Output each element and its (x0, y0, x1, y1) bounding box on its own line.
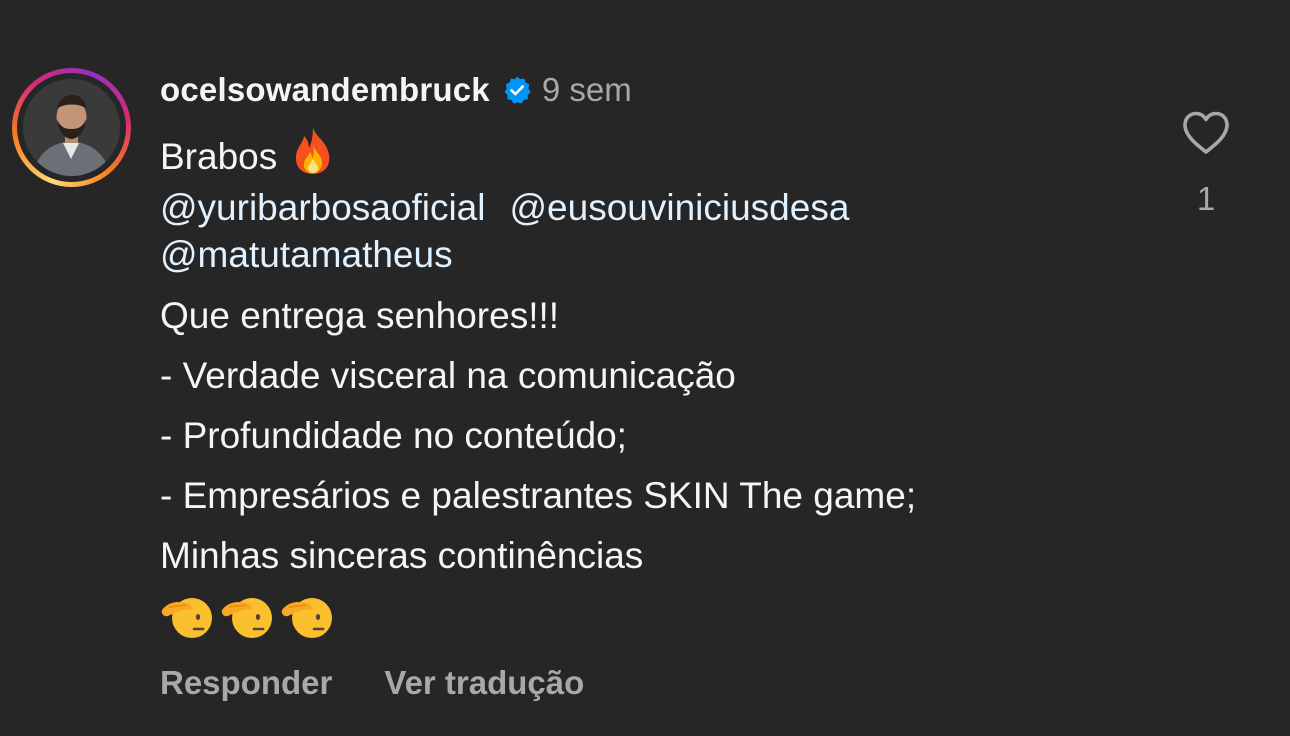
comment-header: ocelsowandembruck 9 sem (160, 68, 632, 112)
reply-button[interactable]: Responder (160, 664, 332, 702)
mention-link[interactable]: @matutamatheus (160, 234, 453, 275)
comment-actions: Responder Ver tradução (160, 664, 584, 702)
verified-badge-icon (502, 75, 532, 105)
comment-text: Minhas sinceras continências (160, 535, 644, 576)
mention-link[interactable]: @eusouviniciusdesa (509, 187, 849, 228)
comment: ocelsowandembruck 9 sem Brabos @yuribarb… (0, 0, 1290, 736)
fire-emoji (291, 125, 335, 185)
mention-link[interactable]: @yuribarbosaoficial (160, 187, 485, 228)
comment-text: Que entrega senhores!!! (160, 295, 560, 336)
username[interactable]: ocelsowandembruck (160, 71, 490, 109)
like-count[interactable]: 1 (1190, 180, 1222, 218)
see-translation-button[interactable]: Ver tradução (384, 664, 584, 702)
avatar[interactable] (23, 79, 120, 176)
comment-mentions-line-2: @matutamatheus (160, 233, 453, 277)
avatar-story-ring[interactable] (12, 68, 131, 187)
saluting-face-emoji (281, 598, 332, 638)
emoji-row (160, 592, 334, 640)
comment-timestamp: 9 sem (541, 71, 632, 108)
comment-line-1: Brabos (160, 125, 335, 185)
comment-text: - Empresários e palestrantes SKIN The ga… (160, 475, 917, 516)
avatar-photo (23, 79, 120, 176)
saluting-face-emoji (221, 598, 272, 638)
like-button[interactable] (1181, 110, 1231, 156)
comment-text: - Profundidade no conteúdo; (160, 415, 627, 456)
comment-mentions-line: @yuribarbosaoficial @eusouviniciusdesa (160, 186, 849, 230)
saluting-face-emoji (161, 598, 212, 638)
comment-text: Brabos (160, 136, 278, 177)
heart-icon (1183, 111, 1229, 154)
comment-text: - Verdade visceral na comunicação (160, 355, 736, 396)
